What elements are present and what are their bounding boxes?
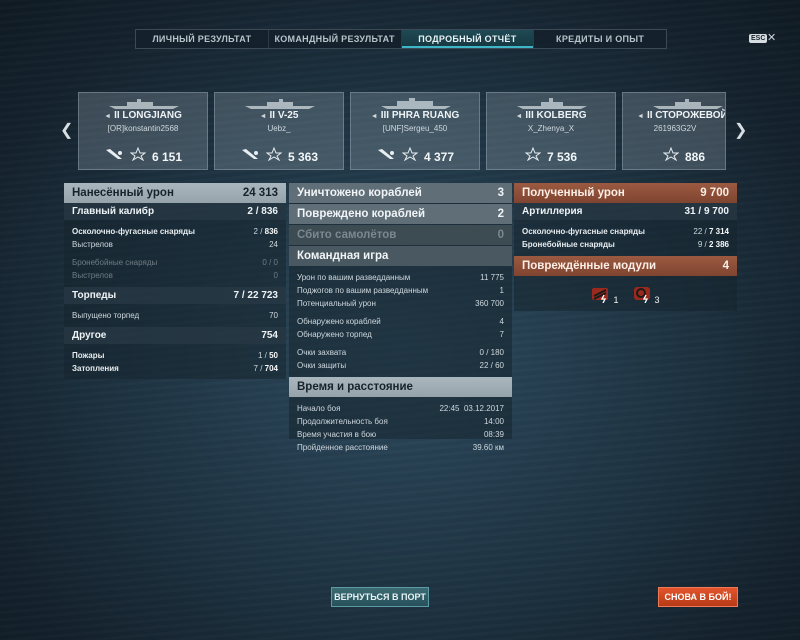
ship-card[interactable]: ◄ II СТОРОЖЕВОЙ 261963G2V 886 [622,92,726,170]
torpedo-ribbon-icon [104,147,124,166]
planes-shot-down-row: Сбито самолётов 0 [289,225,512,245]
ship-card[interactable]: ◄ III PHRA RUANG [UNF]Sergeu_450 4 377 [350,92,480,170]
spotting-damage-row: Урон по вашим разведданным 11 775 [297,273,504,282]
capture-points-row: Очки захвата 0 / 180 [297,348,504,357]
xp-value: 4 377 [423,149,455,164]
main-battery-module-icon [591,285,611,305]
ap-shells-row: Бронебойные снаряды 0 / 0 [72,258,278,267]
main-battery-row: Главный калибр 2 / 836 [64,203,286,220]
player-name: [UNF]Sergeu_450 [382,124,448,133]
damage-received-panel: Полученный урон 9 700 Артиллерия 31 / 9 70… [514,183,737,311]
flooding-row: Затопления 7 / 704 [72,364,278,373]
ship-name: ◄ II СТОРОЖЕВОЙ [637,110,726,121]
tab-team-result[interactable]: КОМАНДНЫЙ РЕЗУЛЬТАТ [269,30,402,48]
spotting-fires-row: Поджогов по вашим разведданным 1 [297,286,504,295]
player-name: Uebz_ [267,124,291,133]
torpedoes-fired-row: Выпущено торпед 70 [72,311,278,320]
ship-silhouette-icon [245,99,315,109]
ship-silhouette-icon [653,99,723,109]
damaged-modules-header: Повреждённые модули 4 [514,256,737,276]
ship-silhouette-icon [109,99,179,109]
fires-row: Пожары 1 / 50 [72,351,278,360]
nation-flag-icon: ◄ [104,113,112,120]
potential-damage-row: Потенциальный урон 360 700 [297,299,504,308]
nation-flag-icon: ◄ [370,113,378,120]
player-name: [OR]konstantin2568 [107,124,179,133]
battle-duration-row: Продолжительность боя 14:00 [297,417,504,426]
xp-value: 6 151 [151,149,183,164]
torpedoes-row: Торпеды 7 / 22 723 [64,287,286,304]
time-distance-header: Время и расстояние [289,377,512,397]
result-tabs: ЛИЧНЫЙ РЕЗУЛЬТАТ КОМАНДНЫЙ РЕЗУЛЬТАТ ПОД… [135,29,667,49]
ships-destroyed-row: Уничтожено кораблей 3 [289,183,512,203]
damaged-module: 3 [633,285,660,305]
nation-flag-icon: ◄ [259,113,267,120]
xp-value: 7 536 [546,149,578,164]
xp-value: 5 363 [287,149,319,164]
ship-card[interactable]: ◄ II V-25 Uebz_ 5 363 [214,92,344,170]
nation-flag-icon: ◄ [637,113,644,120]
ship-name: ◄ II LONGJIANG [104,110,182,121]
he-shells-row: Осколочно-фугасные снаряды 2 / 836 [72,227,278,236]
battle-start-row: Начало боя 22:45 03.12.2017 [297,404,504,413]
damaged-module: 1 [591,285,619,305]
nation-flag-icon: ◄ [515,113,523,120]
spotted-torpedoes-row: Обнаружено торпед 7 [297,330,504,339]
battle-again-button[interactable]: СНОВА В БОЙ! [658,587,738,607]
artillery-row: Артиллерия 31 / 9 700 [514,203,737,220]
xp-icon [662,146,680,166]
he-shots-row: Выстрелов 24 [72,240,278,249]
ship-card[interactable]: ◄ II LONGJIANG [OR]konstantin2568 6 151 [78,92,208,170]
engine-module-icon [633,285,653,305]
team-play-header: Командная игра [289,246,512,266]
damage-dealt-header: Нанесённый урон 24 313 [64,183,286,203]
torpedo-ribbon-icon [376,147,396,166]
ap-shots-row: Выстрелов 0 [72,271,278,280]
ships-damaged-row: Повреждено кораблей 2 [289,204,512,224]
battle-stats-panel: Уничтожено кораблей 3 Повреждено кораблей… [289,183,512,452]
ship-silhouette-icon [381,98,451,109]
xp-icon [265,146,283,166]
player-name: X_Zhenya_X [527,124,575,133]
ship-name: ◄ III KOLBERG [515,110,587,121]
tab-personal-result[interactable]: ЛИЧНЫЙ РЕЗУЛЬТАТ [136,30,269,48]
ship-name: ◄ II V-25 [259,110,299,121]
other-damage-row: Другое 754 [64,327,286,344]
spotted-ships-row: Обнаружено кораблей 4 [297,317,504,326]
carousel-prev-icon[interactable]: ❮ [60,120,73,140]
tab-detailed-report[interactable]: ПОДРОБНЫЙ ОТЧЁТ [401,30,535,48]
ship-name: ◄ III PHRA RUANG [370,110,460,121]
participation-time-row: Время участия в бою 08:39 [297,430,504,439]
xp-icon [524,146,542,166]
tab-credits-xp[interactable]: КРЕДИТЫ И ОПЫТ [534,30,666,48]
defense-points-row: Очки защиты 22 / 60 [297,361,504,370]
ship-silhouette-icon [517,98,587,109]
torpedo-ribbon-icon [240,147,260,166]
damage-dealt-panel: Нанесённый урон 24 313 Главный калибр 2 / … [64,183,286,379]
xp-value: 886 [684,149,705,164]
carousel-next-icon[interactable]: ❯ [734,120,747,140]
xp-icon [129,146,147,166]
distance-travelled-row: Пройденное расстояние 39.60 км [297,443,504,452]
close-icon[interactable]: ✕ [767,31,776,44]
received-ap-row: Бронебойные снаряды 9 / 2 386 [522,240,729,249]
return-to-port-button[interactable]: ВЕРНУТЬСЯ В ПОРТ [331,587,429,607]
ship-card[interactable]: ◄ III KOLBERG X_Zhenya_X 7 536 [486,92,616,170]
damaged-modules-list: 1 3 [514,276,737,314]
xp-icon [401,146,419,166]
damage-received-header: Полученный урон 9 700 [514,183,737,203]
received-he-row: Осколочно-фугасные снаряды 22 / 7 314 [522,227,729,236]
player-name: 261963G2V [653,124,697,133]
esc-key-badge[interactable]: ESC [749,34,768,43]
